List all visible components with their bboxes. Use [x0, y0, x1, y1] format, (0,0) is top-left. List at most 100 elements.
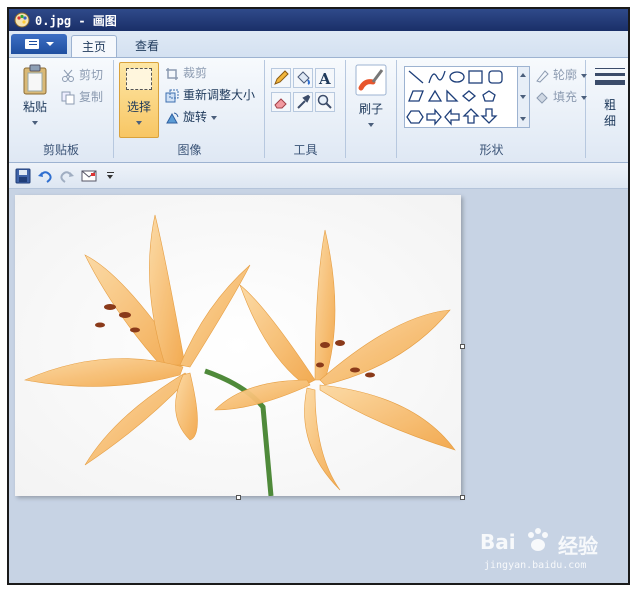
image-canvas[interactable] — [15, 195, 461, 496]
tools-group-label: 工具 — [293, 143, 318, 157]
crop-label: 裁剪 — [183, 66, 208, 80]
email-icon[interactable] — [81, 168, 97, 184]
lily-flowers-image — [15, 195, 461, 496]
paint-window: 0.jpg - 画图 主页 查看 粘贴 剪切 复制 剪贴板 选择 裁剪 重新调整… — [7, 7, 630, 585]
selection-icon — [126, 68, 152, 90]
resize-handle-bottom[interactable] — [236, 495, 241, 500]
right-triangle-shape-icon — [446, 89, 459, 102]
text-icon: A — [318, 70, 331, 88]
triangle-shape-icon — [427, 89, 443, 102]
scroll-up-icon[interactable] — [520, 73, 526, 77]
rounded-rectangle-shape-icon — [488, 70, 503, 84]
outline-label: 轮廓 — [553, 68, 578, 82]
rectangle-shape-icon — [468, 70, 483, 84]
crop-icon — [166, 67, 178, 80]
clipboard-group-label: 剪贴板 — [42, 143, 79, 157]
baidu-watermark: Bai 经验 jingyan.baidu.com — [480, 520, 620, 580]
undo-icon[interactable] — [37, 168, 53, 184]
eraser-tool[interactable] — [271, 92, 291, 112]
scissors-icon — [62, 69, 74, 82]
paste-button[interactable]: 粘贴 — [15, 64, 55, 134]
copy-label: 复制 — [79, 90, 104, 104]
rotate-dropdown-icon — [211, 115, 218, 120]
text-tool[interactable]: A — [315, 68, 335, 88]
resize-handle-right[interactable] — [460, 344, 465, 349]
outline-dropdown-icon — [581, 73, 588, 78]
customize-qat-icon[interactable] — [107, 172, 114, 180]
image-group: 选择 裁剪 重新调整大小 旋转 图像 — [115, 60, 265, 158]
hexagon-shape-icon — [406, 110, 424, 124]
size-button[interactable]: 粗细 — [593, 66, 627, 146]
up-arrow-shape-icon — [462, 108, 480, 124]
shapes-gallery[interactable] — [404, 66, 518, 128]
svg-text:A: A — [318, 70, 331, 87]
paint-bucket-icon — [297, 71, 310, 85]
fill-tool[interactable] — [293, 68, 313, 88]
watermark-jingyan: 经验 — [558, 534, 598, 558]
brushes-label: 刷子 — [358, 102, 383, 116]
polygon-shape-icon — [408, 90, 424, 102]
shapes-group: 轮廓 填充 形状 — [398, 60, 588, 158]
tab-home[interactable]: 主页 — [71, 35, 117, 57]
image-group-label: 图像 — [177, 143, 202, 157]
fill-dropdown-icon — [581, 95, 588, 100]
shapes-group-label: 形状 — [479, 143, 504, 157]
brushes-group: 刷子 — [347, 60, 397, 158]
ribbon: 粘贴 剪切 复制 剪贴板 选择 裁剪 重新调整大小 旋转 图像 A 工具 刷子 … — [9, 57, 628, 163]
paste-label: 粘贴 — [22, 100, 47, 114]
resize-handle-corner[interactable] — [460, 495, 465, 500]
shapes-gallery-icons — [406, 70, 503, 126]
resize-button[interactable]: 重新调整大小 — [165, 86, 255, 104]
brushes-button[interactable]: 刷子 — [352, 64, 390, 140]
crop-button[interactable]: 裁剪 — [165, 64, 207, 82]
select-button[interactable]: 选择 — [119, 62, 159, 138]
left-arrow-shape-icon — [444, 108, 460, 126]
paint-app-icon[interactable] — [14, 12, 30, 28]
outline-button[interactable]: 轮廓 — [535, 66, 588, 84]
save-icon[interactable] — [15, 168, 31, 184]
shapes-scrollbar[interactable] — [518, 66, 530, 128]
line-width-icon — [595, 68, 625, 85]
paint-menu-button[interactable] — [11, 34, 67, 54]
color-picker-tool[interactable] — [293, 92, 313, 112]
gallery-more-icon[interactable] — [520, 117, 526, 121]
copy-button[interactable]: 复制 — [61, 88, 103, 106]
down-arrow-shape-icon — [480, 108, 498, 124]
watermark-url: jingyan.baidu.com — [484, 560, 587, 571]
rotate-button[interactable]: 旋转 — [165, 108, 218, 126]
outline-icon — [536, 69, 549, 83]
pencil-tool[interactable] — [271, 68, 291, 88]
line-shape-icon — [408, 70, 424, 84]
scroll-down-icon[interactable] — [520, 95, 526, 99]
eraser-icon — [274, 98, 287, 109]
cut-button[interactable]: 剪切 — [61, 66, 103, 84]
copy-icon — [61, 91, 75, 104]
menu-icon — [25, 39, 39, 49]
title-bar: 0.jpg - 画图 — [9, 9, 628, 31]
pencil-icon — [274, 70, 289, 85]
resize-label: 重新调整大小 — [183, 88, 256, 102]
fill-label: 填充 — [553, 90, 578, 104]
eyedropper-icon — [297, 94, 311, 109]
redo-icon[interactable] — [59, 168, 75, 184]
cut-label: 剪切 — [79, 68, 104, 82]
fill-button[interactable]: 填充 — [535, 88, 588, 106]
diamond-shape-icon — [461, 90, 477, 102]
clipboard-group: 粘贴 剪切 复制 剪贴板 — [9, 60, 114, 158]
pentagon-shape-icon — [482, 90, 496, 102]
curve-shape-icon — [428, 70, 446, 84]
window-title: 0.jpg - 画图 — [35, 14, 117, 28]
tools-group: A 工具 — [266, 60, 346, 158]
tab-view[interactable]: 查看 — [127, 35, 167, 57]
size-label: 粗细 — [603, 98, 616, 128]
resize-icon — [165, 89, 179, 102]
oval-shape-icon — [449, 71, 465, 83]
ribbon-tabbar: 主页 查看 — [9, 31, 628, 57]
magnifier-tool[interactable] — [315, 92, 335, 112]
right-arrow-shape-icon — [426, 108, 442, 126]
fill-icon — [536, 91, 548, 104]
chevron-down-icon — [46, 42, 54, 46]
paste-dropdown-icon — [32, 120, 38, 125]
select-label: 选择 — [126, 100, 151, 114]
quick-access-toolbar — [9, 163, 628, 189]
